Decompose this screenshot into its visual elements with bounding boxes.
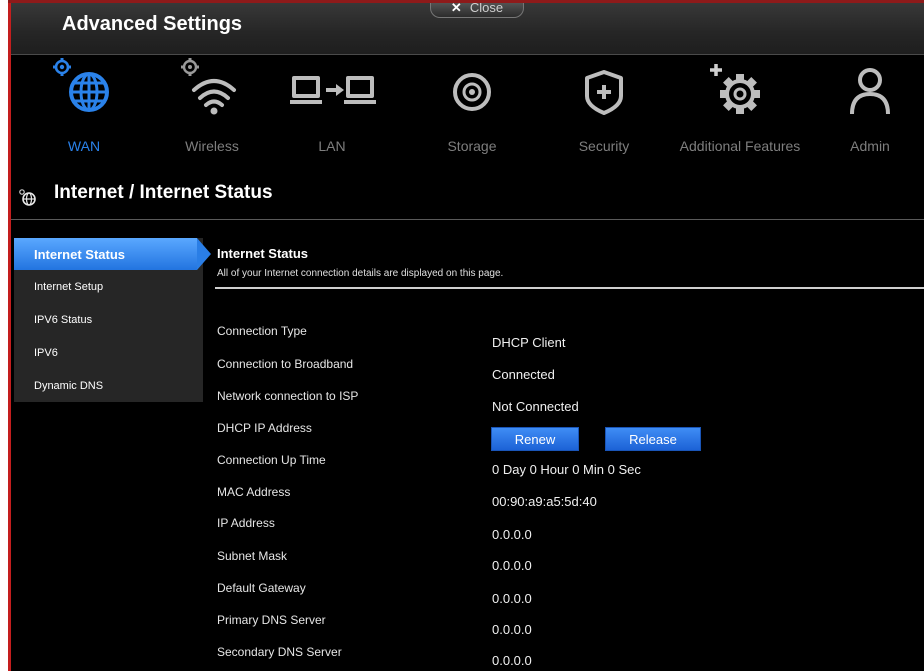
lan-icon xyxy=(290,76,376,104)
top-nav: WAN Wireless LAN Storage Security Additi… xyxy=(8,56,924,164)
field-label-network-isp: Network connection to ISP xyxy=(217,389,359,403)
field-value-connection-type: DHCP Client xyxy=(492,335,566,350)
sidebar-item-internet-status[interactable]: Internet Status xyxy=(14,238,211,270)
sidebar-item-dynamic-dns[interactable]: Dynamic DNS xyxy=(14,371,203,403)
sidebar-item-internet-setup[interactable]: Internet Setup xyxy=(14,272,203,304)
field-value-ip: 0.0.0.0 xyxy=(492,527,532,542)
page-title-row: Internet / Internet Status xyxy=(8,176,924,220)
field-value-primary-dns: 0.0.0.0 xyxy=(492,622,532,637)
title-divider xyxy=(8,219,924,220)
sidebar-item-label: IPV6 Status xyxy=(34,314,93,326)
nav-item-lan[interactable]: LAN xyxy=(280,56,384,164)
content-title: Internet Status xyxy=(217,246,309,261)
sidebar: Internet Status Internet Setup IPV6 Stat… xyxy=(14,238,211,403)
nav-item-additional-features[interactable]: Additional Features xyxy=(670,56,810,164)
active-arrow xyxy=(197,238,211,270)
wifi-icon xyxy=(181,58,236,115)
header-bar: Advanced Settings ✕ Close xyxy=(8,0,924,55)
nav-label-additional-features: Additional Features xyxy=(679,138,801,154)
nav-item-security[interactable]: Security xyxy=(564,56,644,164)
nav-label-wan: WAN xyxy=(67,138,101,154)
field-value-secondary-dns: 0.0.0.0 xyxy=(492,653,532,668)
nav-label-storage: Storage xyxy=(447,138,497,154)
sidebar-item-label: Dynamic DNS xyxy=(34,380,104,392)
window-border-top xyxy=(8,0,924,3)
field-label-gateway: Default Gateway xyxy=(217,581,306,595)
field-value-mac: 00:90:a9:a5:5d:40 xyxy=(492,494,597,509)
router-settings-window: Advanced Settings ✕ Close WAN Wireless L… xyxy=(8,0,924,671)
field-value-subnet: 0.0.0.0 xyxy=(492,558,532,573)
release-button[interactable]: Release xyxy=(605,427,701,451)
sidebar-item-ipv6-status[interactable]: IPV6 Status xyxy=(14,305,203,337)
field-value-network-isp: Not Connected xyxy=(492,399,579,414)
nav-item-wan[interactable]: WAN xyxy=(44,56,124,164)
field-value-connection-broadband: Connected xyxy=(492,367,555,382)
sidebar-item-label: Internet Setup xyxy=(34,281,104,293)
field-value-gateway: 0.0.0.0 xyxy=(492,591,532,606)
field-label-secondary-dns: Secondary DNS Server xyxy=(217,645,342,659)
field-label-connection-broadband: Connection to Broadband xyxy=(217,357,354,371)
field-label-dhcp-ip: DHCP IP Address xyxy=(217,421,312,435)
nav-label-security: Security xyxy=(578,138,630,154)
field-label-subnet: Subnet Mask xyxy=(217,549,288,563)
shield-icon xyxy=(585,70,623,115)
window-border-left xyxy=(8,0,11,671)
field-label-uptime: Connection Up Time xyxy=(217,453,326,467)
nav-label-admin: Admin xyxy=(850,138,890,154)
storage-icon xyxy=(453,73,491,111)
field-label-ip: IP Address xyxy=(217,516,275,530)
nav-item-storage[interactable]: Storage xyxy=(432,56,512,164)
renew-button[interactable]: Renew xyxy=(491,427,579,451)
sidebar-item-ipv6[interactable]: IPV6 xyxy=(14,338,203,370)
globe-small-icon xyxy=(19,189,36,206)
gear-plus-icon xyxy=(710,64,760,114)
content-divider xyxy=(215,287,924,289)
field-label-connection-type: Connection Type xyxy=(217,324,307,338)
nav-label-lan: LAN xyxy=(318,138,346,154)
sidebar-item-label: IPV6 xyxy=(34,347,58,359)
globe-icon xyxy=(53,58,109,112)
nav-item-admin[interactable]: Admin xyxy=(830,56,910,164)
field-value-uptime: 0 Day 0 Hour 0 Min 0 Sec xyxy=(492,462,641,477)
app-title: Advanced Settings xyxy=(62,13,243,35)
field-label-primary-dns: Primary DNS Server xyxy=(217,613,326,627)
nav-item-wireless[interactable]: Wireless xyxy=(172,56,252,164)
field-label-mac: MAC Address xyxy=(217,485,291,499)
content-subtitle: All of your Internet connection details … xyxy=(217,268,504,279)
nav-label-wireless: Wireless xyxy=(185,138,239,154)
page-title: Internet / Internet Status xyxy=(54,182,273,203)
sidebar-item-label: Internet Status xyxy=(34,247,126,262)
user-icon xyxy=(850,68,890,115)
